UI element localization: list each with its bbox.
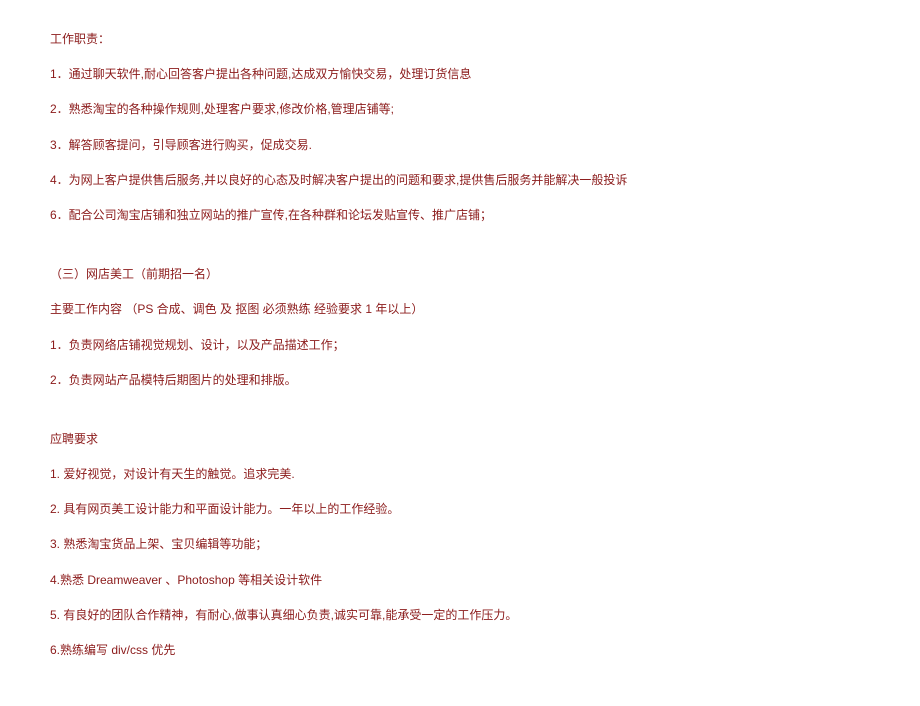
section2-heading: （三）网店美工（前期招一名） bbox=[50, 265, 870, 284]
section1-item: 4．为网上客户提供售后服务,并以良好的心态及时解决客户提出的问题和要求,提供售后… bbox=[50, 171, 870, 190]
section1-heading: 工作职责： bbox=[50, 30, 870, 49]
section2-intro: 主要工作内容 （PS 合成、调色 及 抠图 必须熟练 经验要求 1 年以上） bbox=[50, 300, 870, 319]
section2-item: 2．负责网站产品模特后期图片的处理和排版。 bbox=[50, 371, 870, 390]
section1-item: 6．配合公司淘宝店铺和独立网站的推广宣传,在各种群和论坛发贴宣传、推广店铺； bbox=[50, 206, 870, 225]
section1-item: 1．通过聊天软件,耐心回答客户提出各种问题,达成双方愉快交易，处理订货信息 bbox=[50, 65, 870, 84]
section3-heading: 应聘要求 bbox=[50, 430, 870, 449]
section3-item: 2. 具有网页美工设计能力和平面设计能力。一年以上的工作经验。 bbox=[50, 500, 870, 519]
section2-item: 1．负责网络店铺视觉规划、设计，以及产品描述工作； bbox=[50, 336, 870, 355]
section1-item: 2．熟悉淘宝的各种操作规则,处理客户要求,修改价格,管理店铺等; bbox=[50, 100, 870, 119]
section3-item: 3. 熟悉淘宝货品上架、宝贝编辑等功能； bbox=[50, 535, 870, 554]
section3-item: 1. 爱好视觉，对设计有天生的触觉。追求完美. bbox=[50, 465, 870, 484]
section3-item: 4.熟悉 Dreamweaver 、Photoshop 等相关设计软件 bbox=[50, 571, 870, 590]
section3-item: 5. 有良好的团队合作精神，有耐心,做事认真细心负责,诚实可靠,能承受一定的工作… bbox=[50, 606, 870, 625]
section1-item: 3．解答顾客提问，引导顾客进行购买，促成交易. bbox=[50, 136, 870, 155]
